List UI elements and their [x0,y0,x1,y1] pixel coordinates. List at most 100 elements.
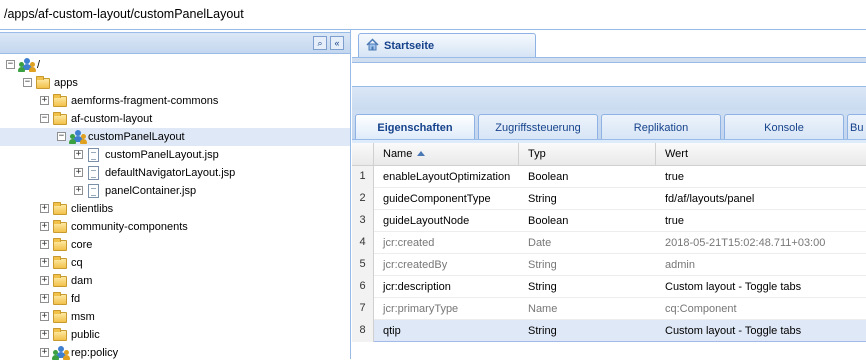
row-number: 4 [352,232,374,254]
table-row[interactable]: 5 jcr:createdBy String admin [352,254,866,276]
expand-icon[interactable]: + [40,276,49,285]
table-row[interactable]: 3 guideLayoutNode Boolean true [352,210,866,232]
expand-icon[interactable]: + [40,294,49,303]
tree-node-label[interactable]: rep:policy [71,347,118,359]
property-type: String [528,281,557,293]
property-name: jcr:createdBy [383,259,448,271]
tree-node-label[interactable]: community-components [71,221,188,233]
tree-node-label[interactable]: apps [54,77,78,89]
tree-node-label[interactable]: fd [71,293,80,305]
folder-icon [53,292,67,305]
tree-node-label[interactable]: core [71,239,92,251]
tree-node-label[interactable]: msm [71,311,95,323]
column-type-header[interactable]: Typ [519,143,656,165]
row-number-header [352,143,374,165]
tab-konsole[interactable]: Konsole [724,114,844,139]
tree-node[interactable]: + aemforms-fragment-commons [0,92,350,110]
tree-node-label[interactable]: customPanelLayout.jsp [105,149,219,161]
tree-node[interactable]: + customPanelLayout.jsp [0,146,350,164]
collapse-icon[interactable]: − [40,114,49,123]
tree-node-label[interactable]: / [37,59,40,71]
tree-node[interactable]: + rep:policy [0,344,350,362]
tree-node[interactable]: + cq [0,254,350,272]
tree-node[interactable]: − af-custom-layout [0,110,350,128]
property-type: Date [528,237,552,249]
expand-icon[interactable]: + [74,168,83,177]
tree-node[interactable]: + panelContainer.jsp [0,182,350,200]
tree-node-label[interactable]: aemforms-fragment-commons [71,95,218,107]
tree-node-label[interactable]: af-custom-layout [71,113,152,125]
column-name-header[interactable]: Name [374,143,519,165]
toolbar-band [352,86,866,111]
tree-node[interactable]: − / [0,56,350,74]
binoculars-icon[interactable]: ⌕ [313,36,327,50]
tree-node[interactable]: + msm [0,308,350,326]
expand-icon[interactable]: + [74,186,83,195]
property-name: jcr:description [383,281,451,293]
tree-node[interactable]: − customPanelLayout [0,128,350,146]
home-icon [366,38,379,51]
expand-icon[interactable]: + [40,204,49,213]
row-number: 5 [352,254,374,276]
tab-replikation[interactable]: Replikation [601,114,721,139]
row-number: 6 [352,276,374,298]
folder-icon [53,202,67,215]
path-input[interactable]: /apps/af-custom-layout/customPanelLayout [4,7,244,21]
folder-icon [53,220,67,233]
collapse-icon[interactable]: − [6,60,15,69]
collapse-left-icon[interactable]: « [330,36,344,50]
expand-icon[interactable]: + [40,222,49,231]
tree-node[interactable]: + community-components [0,218,350,236]
table-row[interactable]: 6 jcr:description String Custom layout - To… [352,276,866,298]
tree-node[interactable]: + defaultNavigatorLayout.jsp [0,164,350,182]
collapse-icon[interactable]: − [57,132,66,141]
property-value: fd/af/layouts/panel [665,193,755,205]
file-icon [88,148,99,162]
tree-node-label[interactable]: cq [71,257,83,269]
main-tab-strip: Startseite [352,30,866,57]
property-type: String [528,259,557,271]
folder-icon [53,94,67,107]
tree-node[interactable]: + public [0,326,350,344]
expand-icon[interactable]: + [40,240,49,249]
tree-node[interactable]: − apps [0,74,350,92]
column-value-header[interactable]: Wert [656,143,866,165]
expand-icon[interactable]: + [40,348,49,357]
row-number: 3 [352,210,374,232]
path-bar[interactable]: /apps/af-custom-layout/customPanelLayout [0,0,866,30]
tree-node-label[interactable]: defaultNavigatorLayout.jsp [105,167,235,179]
expand-icon[interactable]: + [74,150,83,159]
tree-node[interactable]: + clientlibs [0,200,350,218]
tab-strip-divider [352,57,866,63]
content-panel: Startseite Eigenschaften Zugriffssteueru… [352,30,866,359]
table-row[interactable]: 1 enableLayoutOptimization Boolean true [352,166,866,188]
expand-icon[interactable]: + [40,96,49,105]
tab-bu[interactable]: Bu [847,114,866,139]
tree-node-label[interactable]: dam [71,275,92,287]
tree-node-label[interactable]: public [71,329,100,341]
tab-eigenschaften[interactable]: Eigenschaften [355,114,475,139]
row-number: 8 [352,320,374,342]
expand-icon[interactable]: + [40,330,49,339]
property-value: true [665,215,684,227]
tree-node-label[interactable]: panelContainer.jsp [105,185,196,197]
expand-icon[interactable]: + [40,312,49,321]
users-icon [18,58,36,72]
folder-icon [53,274,67,287]
row-number: 2 [352,188,374,210]
tree-node[interactable]: + fd [0,290,350,308]
tree-node-label[interactable]: clientlibs [71,203,113,215]
tree-node[interactable]: + dam [0,272,350,290]
property-name: jcr:created [383,237,435,249]
table-row[interactable]: 8 qtip String Custom layout - Toggle tabs [352,320,866,342]
tree-node-label[interactable]: customPanelLayout [88,131,185,143]
tab-startseite[interactable]: Startseite [358,33,536,57]
tab-zugriffssteuerung[interactable]: Zugriffssteuerung [478,114,598,139]
tree-node[interactable]: + core [0,236,350,254]
table-row[interactable]: 2 guideComponentType String fd/af/layouts/p… [352,188,866,210]
property-name: jcr:primaryType [383,303,459,315]
collapse-icon[interactable]: − [23,78,32,87]
table-row[interactable]: 7 jcr:primaryType Name cq:Component [352,298,866,320]
table-row[interactable]: 4 jcr:created Date 2018-05-21T15:02:48.711+… [352,232,866,254]
expand-icon[interactable]: + [40,258,49,267]
